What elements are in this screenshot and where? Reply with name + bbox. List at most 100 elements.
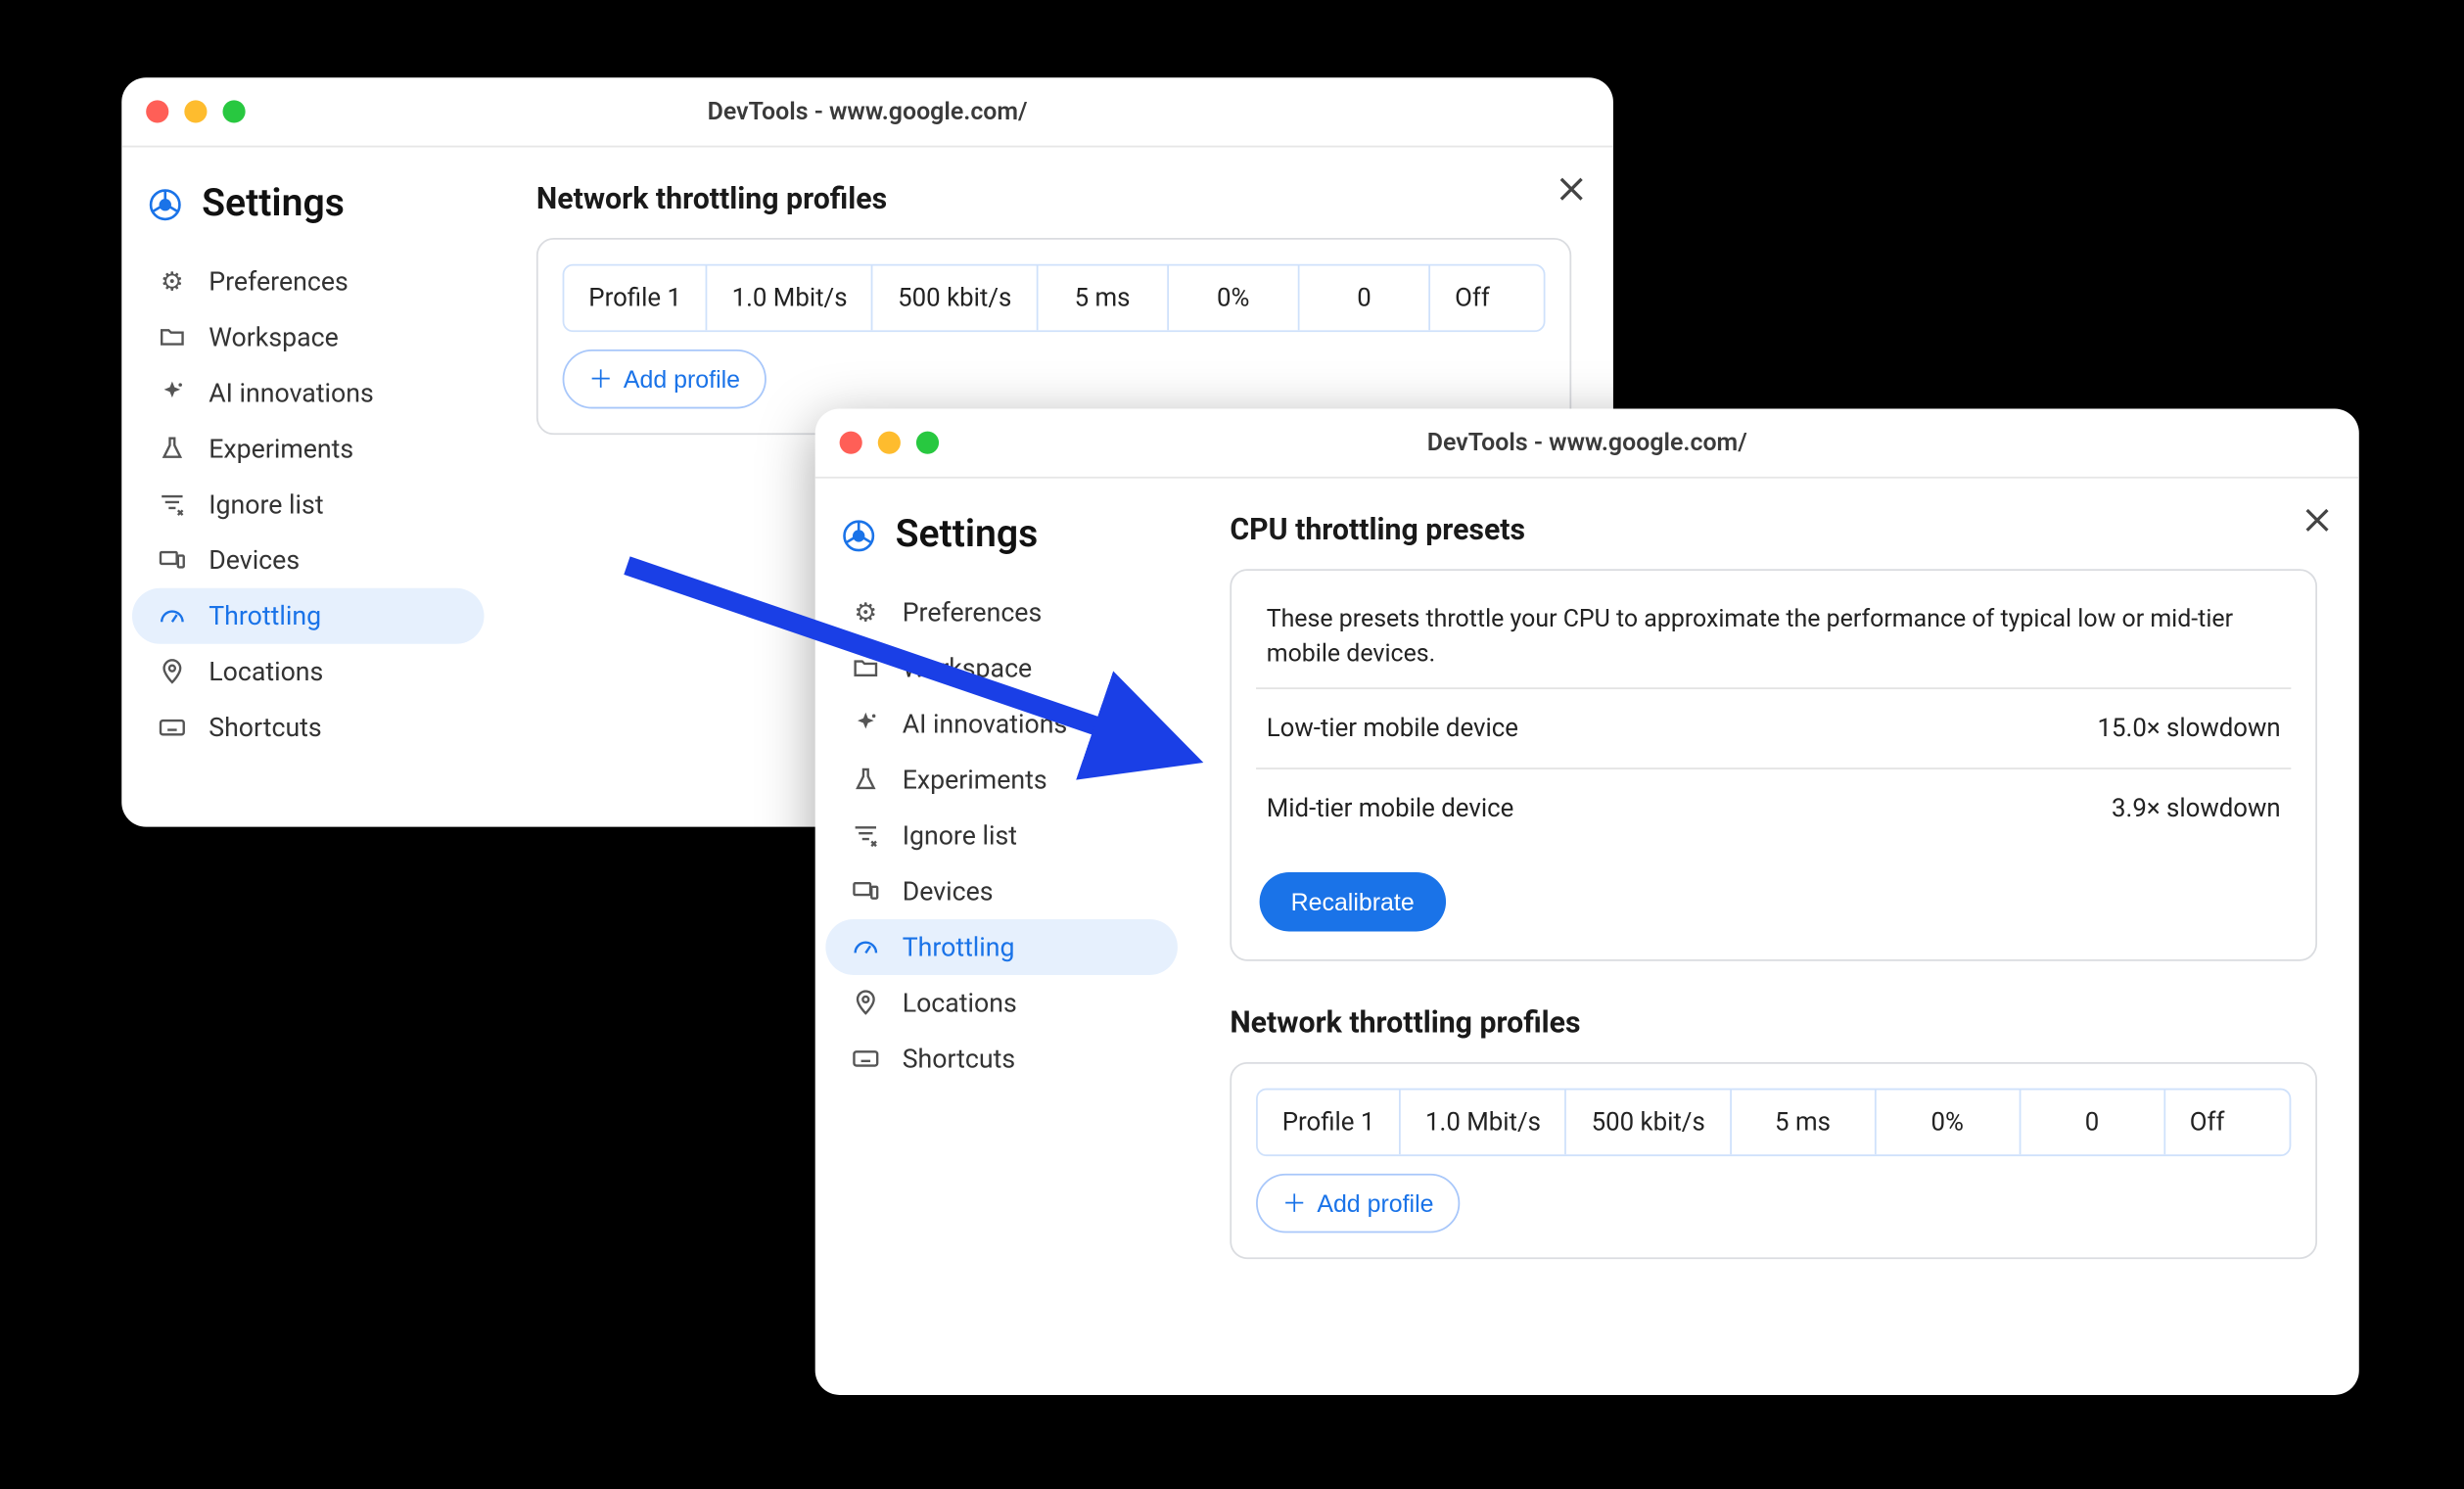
cpu-presets-card: These presets throttle your CPU to appro…: [1230, 569, 2317, 960]
profile-down-cell: 1.0 Mbit/s: [1401, 1089, 1567, 1153]
sidebar-item-label: AI innovations: [209, 377, 374, 408]
profile-loss-cell: 0%: [1168, 265, 1299, 330]
cpu-preset-label: Low-tier mobile device: [1266, 713, 1517, 742]
sidebar-item-label: Preferences: [902, 596, 1042, 628]
profile-latency-cell: 5 ms: [1038, 265, 1169, 330]
sidebar-item-label: Locations: [902, 987, 1016, 1018]
add-profile-button[interactable]: ＋ Add profile: [562, 349, 766, 408]
profile-table: Profile 1 1.0 Mbit/s 500 kbit/s 5 ms 0% …: [1256, 1087, 2291, 1154]
zoom-traffic-icon[interactable]: [915, 431, 938, 453]
profile-name-cell: Profile 1: [564, 265, 707, 330]
sidebar-item-label: Ignore list: [902, 819, 1016, 851]
page-title: Settings: [202, 182, 345, 226]
gear-icon: ⚙: [850, 596, 881, 628]
settings-main: CPU throttling presets These presets thr…: [1187, 478, 2358, 1394]
plus-icon: ＋: [1281, 1185, 1306, 1220]
sidebar-item-label: Ignore list: [209, 489, 323, 520]
sidebar-item-experiments[interactable]: Experiments: [825, 752, 1178, 808]
close-traffic-icon[interactable]: [146, 100, 168, 122]
gauge-icon: [156, 602, 187, 629]
cpu-preset-label: Mid-tier mobile device: [1266, 793, 1513, 822]
flask-icon: [156, 435, 187, 462]
location-pin-icon: [156, 658, 187, 685]
sidebar-item-shortcuts[interactable]: Shortcuts: [131, 699, 484, 755]
sidebar-item-workspace[interactable]: Workspace: [825, 640, 1178, 696]
close-icon[interactable]: [1554, 171, 1589, 207]
network-profiles-card: Profile 1 1.0 Mbit/s 500 kbit/s 5 ms 0% …: [535, 238, 1570, 435]
sidebar-item-label: Experiments: [902, 764, 1046, 795]
sparkle-icon: [156, 379, 187, 406]
sidebar-item-ignore-list[interactable]: Ignore list: [131, 476, 484, 532]
profile-reliability-cell: Off: [1430, 265, 1544, 330]
settings-pane: Settings ⚙ Preferences Workspace AI inno…: [814, 478, 2358, 1394]
profile-reliability-cell: Off: [2164, 1089, 2289, 1153]
sidebar-item-devices[interactable]: Devices: [131, 532, 484, 587]
sidebar-item-label: Shortcuts: [902, 1043, 1014, 1074]
profile-latency-cell: 5 ms: [1731, 1089, 1876, 1153]
cpu-presets-description: These presets throttle your CPU to appro…: [1256, 594, 2291, 686]
cpu-preset-value: 3.9× slowdown: [2112, 793, 2281, 822]
folder-icon: [850, 654, 881, 681]
devtools-window-after: DevTools - www.google.com/ Settings ⚙ Pr…: [814, 408, 2358, 1394]
sidebar-item-label: Workspace: [209, 321, 339, 352]
profile-name-cell: Profile 1: [1257, 1089, 1400, 1153]
location-pin-icon: [850, 989, 881, 1016]
gauge-icon: [850, 933, 881, 960]
sidebar-item-preferences[interactable]: ⚙ Preferences: [825, 584, 1178, 640]
close-traffic-icon[interactable]: [839, 431, 861, 453]
profile-queue-cell: 0: [1299, 265, 1430, 330]
add-profile-button[interactable]: ＋ Add profile: [1256, 1173, 1460, 1233]
filter-x-icon: [850, 821, 881, 849]
sidebar-item-label: Devices: [902, 875, 993, 907]
keyboard-icon: [850, 1045, 881, 1072]
devices-icon: [156, 546, 187, 574]
profile-table: Profile 1 1.0 Mbit/s 500 kbit/s 5 ms 0% …: [562, 263, 1545, 331]
sidebar-item-ai-innovations[interactable]: AI innovations: [825, 696, 1178, 752]
profile-up-cell: 500 kbit/s: [1566, 1089, 1731, 1153]
sidebar-item-throttling[interactable]: Throttling: [825, 919, 1178, 975]
cpu-preset-table: Low-tier mobile device 15.0× slowdown Mi…: [1256, 686, 2291, 847]
network-throttling-heading: Network throttling profiles: [1230, 1005, 2317, 1041]
sidebar-item-label: AI innovations: [902, 708, 1067, 739]
window-title: DevTools - www.google.com/: [707, 97, 1027, 124]
plus-icon: ＋: [588, 361, 613, 396]
sidebar-item-label: Workspace: [902, 652, 1032, 683]
cpu-preset-value: 15.0× slowdown: [2097, 713, 2280, 742]
profile-down-cell: 1.0 Mbit/s: [707, 265, 873, 330]
cpu-preset-row: Low-tier mobile device 15.0× slowdown: [1256, 688, 2291, 768]
add-profile-label: Add profile: [1317, 1188, 1433, 1216]
sidebar-item-label: Experiments: [209, 433, 353, 464]
devtools-logo-icon: [146, 184, 184, 222]
sidebar-item-ignore-list[interactable]: Ignore list: [825, 808, 1178, 863]
keyboard-icon: [156, 713, 187, 740]
recalibrate-button[interactable]: Recalibrate: [1259, 871, 1445, 931]
profile-loss-cell: 0%: [1876, 1089, 2021, 1153]
sidebar-item-shortcuts[interactable]: Shortcuts: [825, 1030, 1178, 1086]
close-icon[interactable]: [2300, 502, 2335, 537]
folder-icon: [156, 323, 187, 350]
minimize-traffic-icon[interactable]: [877, 431, 900, 453]
zoom-traffic-icon[interactable]: [222, 100, 245, 122]
sidebar-item-devices[interactable]: Devices: [825, 863, 1178, 919]
sidebar-item-ai-innovations[interactable]: AI innovations: [131, 364, 484, 420]
minimize-traffic-icon[interactable]: [184, 100, 207, 122]
settings-sidebar: Settings ⚙ Preferences Workspace AI inno…: [121, 147, 494, 826]
add-profile-label: Add profile: [623, 364, 739, 392]
sidebar-item-label: Throttling: [209, 600, 321, 631]
sidebar-item-experiments[interactable]: Experiments: [131, 420, 484, 476]
page-title: Settings: [895, 513, 1038, 557]
filter-x-icon: [156, 490, 187, 518]
sidebar-item-label: Locations: [209, 656, 323, 687]
titlebar: DevTools - www.google.com/: [121, 77, 1613, 147]
profile-queue-cell: 0: [2021, 1089, 2165, 1153]
sidebar-item-label: Throttling: [902, 931, 1014, 962]
sidebar-item-label: Shortcuts: [209, 712, 321, 743]
sidebar-item-locations[interactable]: Locations: [131, 643, 484, 699]
gear-icon: ⚙: [156, 265, 187, 297]
sidebar-item-preferences[interactable]: ⚙ Preferences: [131, 254, 484, 309]
sidebar-item-locations[interactable]: Locations: [825, 974, 1178, 1030]
network-throttling-heading: Network throttling profiles: [535, 182, 1570, 217]
sidebar-item-workspace[interactable]: Workspace: [131, 309, 484, 365]
window-title: DevTools - www.google.com/: [1426, 428, 1746, 455]
sidebar-item-throttling[interactable]: Throttling: [131, 587, 484, 643]
